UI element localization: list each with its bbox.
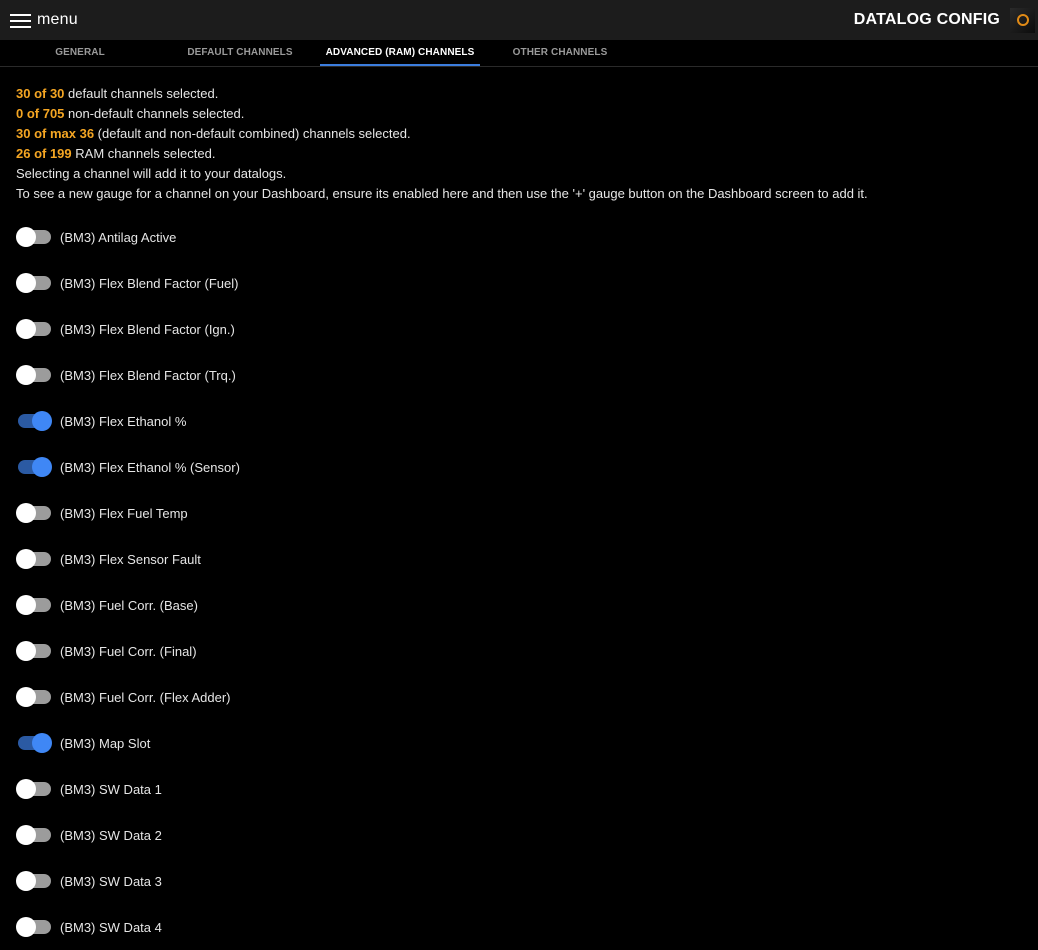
channel-row[interactable]: (BM3) Fuel Corr. (Base) — [0, 582, 1038, 628]
channel-label: (BM3) Flex Ethanol % (Sensor) — [60, 459, 240, 475]
toggle-thumb — [16, 871, 36, 891]
channel-label: (BM3) SW Data 4 — [60, 919, 162, 935]
channel-toggle[interactable] — [16, 503, 52, 523]
channel-toggle[interactable] — [16, 227, 52, 247]
channel-label: (BM3) Flex Sensor Fault — [60, 551, 201, 567]
channel-toggle[interactable] — [16, 871, 52, 891]
hamburger-icon — [10, 12, 31, 28]
channel-toggle[interactable] — [16, 917, 52, 937]
toggle-thumb — [16, 595, 36, 615]
summary-count: 30 of 30 — [16, 86, 65, 101]
tab-other-channels[interactable]: OTHER CHANNELS — [511, 40, 609, 64]
summary-note-dashboard: To see a new gauge for a channel on your… — [16, 186, 868, 201]
toggle-thumb — [16, 779, 36, 799]
channel-row[interactable]: (BM3) Flex Blend Factor (Fuel) — [0, 260, 1038, 306]
channel-row[interactable]: (BM3) SW Data 2 — [0, 812, 1038, 858]
summary-count: 0 of 705 — [16, 106, 65, 121]
channel-label: (BM3) Flex Blend Factor (Fuel) — [60, 275, 239, 291]
page-title: DATALOG CONFIG — [853, 11, 1000, 28]
tab-default-channels[interactable]: DEFAULT CHANNELS — [186, 40, 294, 64]
channel-row[interactable]: (BM3) SW Data 3 — [0, 858, 1038, 904]
channel-row[interactable]: (BM3) Antilag Active — [0, 214, 1038, 260]
menu-label: menu — [37, 11, 78, 28]
toggle-thumb — [32, 733, 52, 753]
channel-toggle[interactable] — [16, 687, 52, 707]
summary-count: 30 of max 36 — [16, 126, 95, 141]
summary-text: RAM channels selected. — [71, 146, 216, 161]
channel-toggle[interactable] — [16, 733, 52, 753]
toggle-thumb — [16, 641, 36, 661]
tab-bar: GENERAL DEFAULT CHANNELS ADVANCED (RAM) … — [0, 40, 1038, 67]
channel-toggle[interactable] — [16, 411, 52, 431]
channel-toggle[interactable] — [16, 549, 52, 569]
channel-label: (BM3) Flex Blend Factor (Ign.) — [60, 321, 235, 337]
channel-row[interactable]: (BM3) Flex Blend Factor (Trq.) — [0, 352, 1038, 398]
channel-toggle[interactable] — [16, 779, 52, 799]
channel-toggle[interactable] — [16, 273, 52, 293]
toggle-thumb — [32, 457, 52, 477]
channel-label: (BM3) Fuel Corr. (Final) — [60, 643, 197, 659]
channel-toggle[interactable] — [16, 595, 52, 615]
channel-label: (BM3) Flex Blend Factor (Trq.) — [60, 367, 236, 383]
channel-row[interactable]: (BM3) Map Slot — [0, 720, 1038, 766]
channel-toggle[interactable] — [16, 641, 52, 661]
toggle-thumb — [32, 411, 52, 431]
channel-row[interactable]: (BM3) Flex Sensor Fault — [0, 536, 1038, 582]
summary-text: non-default channels selected. — [64, 106, 245, 121]
channel-label: (BM3) Map Slot — [60, 735, 151, 751]
selection-summary: 30 of 30 default channels selected. 0 of… — [0, 67, 1038, 204]
connection-status-button[interactable] — [1010, 7, 1035, 33]
channel-label: (BM3) SW Data 3 — [60, 873, 162, 889]
channel-row[interactable]: (BM3) Flex Ethanol % — [0, 398, 1038, 444]
toggle-thumb — [16, 273, 36, 293]
top-app-bar: menu DATALOG CONFIG — [0, 0, 1038, 40]
summary-note-datalogs: Selecting a channel will add it to your … — [16, 166, 287, 181]
channel-label: (BM3) SW Data 2 — [60, 827, 162, 843]
summary-line-ram: 26 of 199 RAM channels selected. — [16, 144, 1038, 164]
channel-row[interactable]: (BM3) Fuel Corr. (Flex Adder) — [0, 674, 1038, 720]
channel-row[interactable]: (BM3) Flex Ethanol % (Sensor) — [0, 444, 1038, 490]
status-ring-icon — [1016, 14, 1029, 26]
toggle-thumb — [16, 503, 36, 523]
channel-label: (BM3) Fuel Corr. (Base) — [60, 597, 198, 613]
summary-count: 26 of 199 — [16, 146, 72, 161]
toggle-thumb — [16, 549, 36, 569]
tab-general[interactable]: GENERAL — [55, 40, 105, 64]
channel-label: (BM3) Flex Ethanol % — [60, 413, 187, 429]
summary-line-default: 30 of 30 default channels selected. — [16, 84, 1038, 104]
toggle-thumb — [16, 319, 36, 339]
summary-text: (default and non-default combined) chann… — [94, 126, 411, 141]
menu-button[interactable]: menu — [0, 0, 78, 40]
channel-row[interactable]: (BM3) SW Data 1 — [0, 766, 1038, 812]
toggle-thumb — [16, 687, 36, 707]
toggle-thumb — [16, 227, 36, 247]
toggle-thumb — [16, 365, 36, 385]
channel-toggle[interactable] — [16, 319, 52, 339]
channel-label: (BM3) SW Data 1 — [60, 781, 162, 797]
summary-line-combined: 30 of max 36 (default and non-default co… — [16, 124, 1038, 144]
tab-advanced-ram-channels[interactable]: ADVANCED (RAM) CHANNELS — [320, 40, 480, 66]
channel-label: (BM3) Flex Fuel Temp — [60, 505, 188, 521]
channel-row[interactable]: (BM3) SW Data 4 — [0, 904, 1038, 950]
channel-row[interactable]: (BM3) Fuel Corr. (Final) — [0, 628, 1038, 674]
toggle-thumb — [16, 825, 36, 845]
channel-toggle[interactable] — [16, 825, 52, 845]
channel-list: (BM3) Antilag Active (BM3) Flex Blend Fac… — [0, 214, 1038, 950]
channel-label: (BM3) Fuel Corr. (Flex Adder) — [60, 689, 231, 705]
channel-row[interactable]: (BM3) Flex Fuel Temp — [0, 490, 1038, 536]
channel-toggle[interactable] — [16, 457, 52, 477]
channel-label: (BM3) Antilag Active — [60, 229, 177, 245]
channel-toggle[interactable] — [16, 365, 52, 385]
summary-line-non-default: 0 of 705 non-default channels selected. — [16, 104, 1038, 124]
toggle-thumb — [16, 917, 36, 937]
summary-text: default channels selected. — [64, 86, 219, 101]
channel-row[interactable]: (BM3) Flex Blend Factor (Ign.) — [0, 306, 1038, 352]
